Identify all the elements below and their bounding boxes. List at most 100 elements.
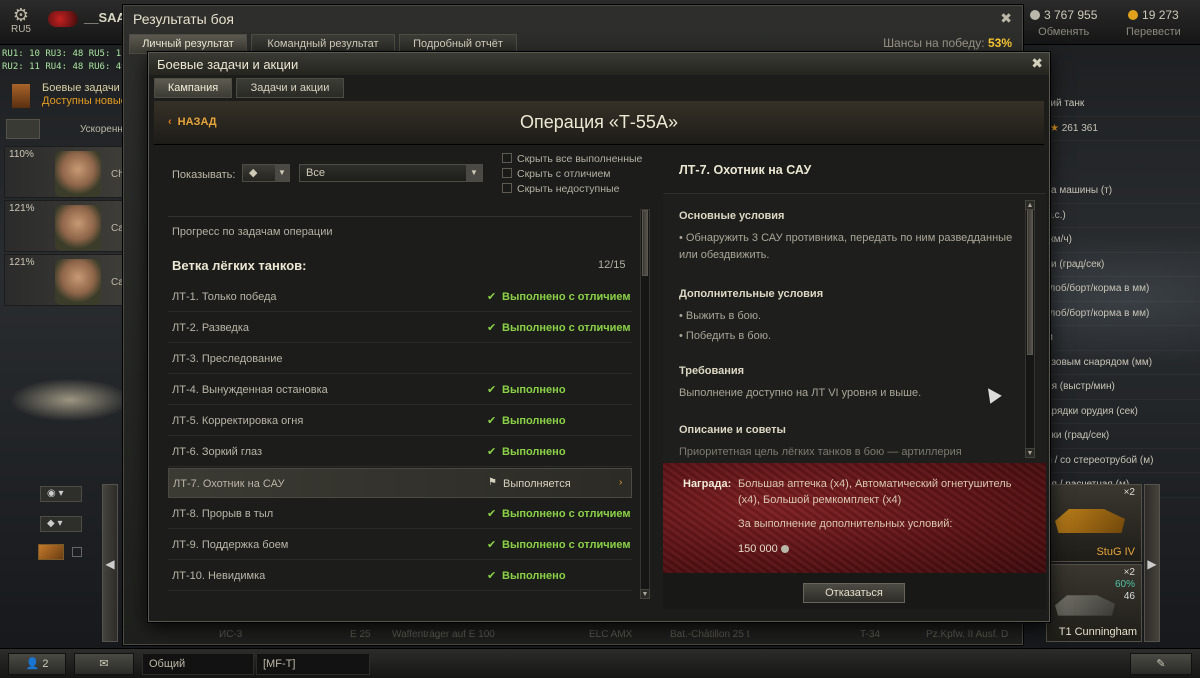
close-icon[interactable]: ✖ bbox=[1000, 10, 1012, 27]
checkmark-icon: ✔ bbox=[487, 384, 497, 396]
credits-block[interactable]: 3 767 955 Обменять bbox=[1030, 8, 1097, 38]
scrollbar-thumb[interactable] bbox=[1027, 205, 1033, 355]
chevron-down-icon: ▼ bbox=[466, 165, 482, 181]
tab-tasks-and-promotions[interactable]: Задачи и акции bbox=[236, 78, 344, 98]
crew-portrait bbox=[55, 259, 101, 305]
tank-image bbox=[1055, 595, 1115, 616]
checkmark-icon: ✔ bbox=[487, 446, 497, 458]
task-name: ЛТ-8. Прорыв в тыл bbox=[172, 508, 274, 520]
task-name: ЛТ-7. Охотник на САУ bbox=[173, 478, 285, 490]
scroll-up-icon[interactable]: ▲ bbox=[1025, 200, 1035, 210]
filter-tank-icon[interactable]: ◆ ▾ bbox=[40, 516, 82, 532]
scroll-down-icon[interactable]: ▼ bbox=[640, 589, 650, 599]
vehicle-type-filter[interactable]: ◆ ▼ bbox=[242, 164, 290, 182]
extra-condition: • Победить в бою. bbox=[679, 330, 771, 342]
task-status: Выполнено bbox=[502, 446, 566, 458]
main-conditions-text: • Обнаружить 3 САУ противника, передать … bbox=[679, 232, 1013, 261]
hide-honors-checkbox[interactable]: Скрыть с отличием bbox=[502, 168, 611, 180]
hide-completed-checkbox[interactable]: Скрыть все выполненные bbox=[502, 153, 642, 165]
task-row[interactable]: ЛТ-7. Охотник на САУ ⚑ › Выполняется bbox=[168, 468, 632, 498]
channel-general[interactable]: Общий bbox=[142, 653, 254, 675]
requirements-text: Выполнение доступно на ЛТ VI уровня и вы… bbox=[679, 387, 922, 399]
tab-personal-result[interactable]: Личный результат bbox=[129, 34, 247, 54]
task-row[interactable]: ЛТ-4. Вынужденная остановка ✔ Выполнено bbox=[168, 375, 632, 405]
scrollbar-thumb[interactable] bbox=[642, 210, 648, 276]
task-row[interactable]: ЛТ-10. Невидимка ✔ Выполнено bbox=[168, 561, 632, 591]
scroll-down-icon[interactable]: ▼ bbox=[1025, 448, 1035, 458]
tank-card[interactable]: ×2 StuG IV bbox=[1046, 484, 1142, 562]
task-name: ЛТ-9. Поддержка боем bbox=[172, 539, 289, 551]
tab-campaign[interactable]: Кампания bbox=[154, 78, 232, 98]
task-row[interactable]: ЛТ-9. Поддержка боем ✔ Выполнено с отличие… bbox=[168, 530, 632, 560]
server-label: RU5 bbox=[10, 24, 31, 35]
task-row[interactable]: ЛТ-8. Прорыв в тыл ✔ Выполнено с отличием bbox=[168, 499, 632, 529]
battle-tasks-link[interactable]: Боевые задачи Доступны новые bbox=[42, 82, 127, 108]
chevron-right-icon: › bbox=[619, 477, 623, 488]
task-row[interactable]: ЛТ-2. Разведка ✔ Выполнено с отличием bbox=[168, 313, 632, 343]
contacts-button[interactable]: 👤 2 bbox=[8, 653, 66, 675]
carousel-left-arrow[interactable]: ◀ bbox=[102, 484, 118, 642]
tab-detailed-report[interactable]: Подробный отчёт bbox=[399, 34, 517, 54]
stats-spacer bbox=[1040, 141, 1200, 179]
task-name: ЛТ-10. Невидимка bbox=[172, 570, 266, 582]
branch-count: 12/15 bbox=[598, 259, 626, 271]
crew-accel-toggle[interactable] bbox=[6, 119, 40, 139]
carousel-right-arrow[interactable]: ▶ bbox=[1144, 484, 1160, 642]
tank-card[interactable]: ×2 60% 46 T1 Cunningham bbox=[1046, 564, 1142, 642]
task-name: ЛТ-1. Только победа bbox=[172, 291, 277, 303]
crew-portrait bbox=[55, 205, 101, 251]
vehicle-name: Pz.Kpfw. II Ausf. D bbox=[926, 629, 1009, 640]
task-list-pane: Показывать: ◆ ▼ Все ▼ Скрыть все выполне… bbox=[154, 147, 654, 609]
decline-button[interactable]: Отказаться bbox=[803, 583, 905, 603]
channel-clan[interactable]: [MF-T] bbox=[256, 653, 370, 675]
task-status: Выполнено с отличием bbox=[502, 539, 631, 551]
credits-icon bbox=[1030, 10, 1040, 20]
task-row[interactable]: ЛТ-6. Зоркий глаз ✔ Выполнено bbox=[168, 437, 632, 467]
task-row[interactable]: ЛТ-5. Корректировка огня ✔ Выполнено bbox=[168, 406, 632, 436]
task-row[interactable]: ЛТ-3. Преследование bbox=[168, 344, 632, 374]
accel-label: Ускоренн bbox=[80, 124, 123, 135]
stat-row: нки (град/сек) bbox=[1040, 424, 1200, 449]
task-list-scrollbar[interactable]: ▼ bbox=[640, 209, 650, 599]
transfer-link[interactable]: Перевести bbox=[1126, 26, 1181, 38]
language-globe-icon[interactable]: ◉ ▾ bbox=[40, 486, 82, 502]
flag-icon: ⚑ bbox=[488, 477, 497, 488]
gold-block[interactable]: 19 273 Перевести bbox=[1126, 8, 1181, 38]
gear-icon: ⚙ bbox=[12, 5, 30, 25]
exchange-link[interactable]: Обменять bbox=[1030, 26, 1097, 38]
stat-row: арядки орудия (сек) bbox=[1040, 400, 1200, 424]
task-name: ЛТ-3. Преследование bbox=[172, 353, 283, 365]
server-row: RU2: 11 RU4: 48 RU6: 49 bbox=[2, 62, 127, 72]
checkmark-icon: ✔ bbox=[487, 322, 497, 334]
task-row[interactable]: ЛТ-1. Только победа ✔ Выполнено с отличием bbox=[168, 282, 632, 312]
extra-conditions-heading: Дополнительные условия bbox=[679, 288, 824, 300]
operation-progress-label: Прогресс по задачам операции bbox=[172, 226, 333, 238]
window-title: Боевые задачи и акции bbox=[157, 57, 299, 72]
checkbox[interactable] bbox=[72, 547, 82, 557]
task-status: Выполнено с отличием bbox=[502, 291, 631, 303]
crew-slot[interactable]: 121% Ca bbox=[4, 254, 124, 306]
crew-slot[interactable]: 121% Ca bbox=[4, 200, 124, 252]
notifications-icon[interactable]: ✎ bbox=[1130, 653, 1192, 675]
extra-condition: • Выжить в бою. bbox=[679, 310, 762, 322]
chat-icon[interactable]: ✉ bbox=[74, 653, 134, 675]
shell-icon[interactable] bbox=[38, 544, 64, 560]
results-title: Результаты боя bbox=[133, 11, 235, 27]
crew-slot[interactable]: 110% Ch bbox=[4, 146, 124, 198]
task-status: Выполнено bbox=[502, 415, 566, 427]
tab-team-result[interactable]: Командный результат bbox=[251, 34, 395, 54]
operation-title: Операция «Т-55А» bbox=[520, 112, 678, 132]
close-icon[interactable]: ✖ bbox=[1031, 55, 1043, 72]
vehicle-name: ELC AMX bbox=[589, 629, 633, 640]
stat-row: л.с.) bbox=[1040, 204, 1200, 228]
tasks-icon bbox=[12, 84, 30, 108]
stat-row: (лоб/борт/корма в мм) bbox=[1040, 277, 1200, 302]
reward-label: Награда: bbox=[683, 478, 732, 490]
detail-scrollbar[interactable]: ▲ ▼ bbox=[1025, 200, 1035, 458]
player-name[interactable]: __SAA bbox=[48, 10, 126, 27]
status-filter-select[interactable]: Все ▼ bbox=[299, 164, 483, 182]
stat-row: м bbox=[1040, 326, 1200, 351]
settings-button[interactable]: ⚙ RU5 bbox=[6, 6, 36, 35]
vehicle-name: Waffenträger auf E 100 bbox=[392, 629, 495, 640]
hide-unavailable-checkbox[interactable]: Скрыть недоступные bbox=[502, 183, 619, 195]
